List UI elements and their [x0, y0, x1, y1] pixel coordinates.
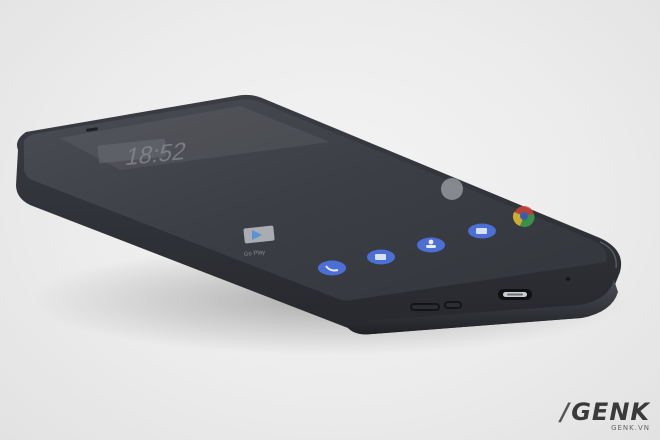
play-store-icon: [243, 225, 275, 244]
microphone-hole: [566, 277, 570, 281]
photo-scene: 18:52 Go Play: [16, 94, 630, 355]
usb-c-port: [498, 289, 532, 300]
watermark: /GENK GENK.VN: [560, 398, 650, 432]
watermark-logo: /GENK: [560, 398, 650, 426]
phone-app-icon: [318, 260, 346, 276]
screen-account-icon: [441, 178, 463, 200]
